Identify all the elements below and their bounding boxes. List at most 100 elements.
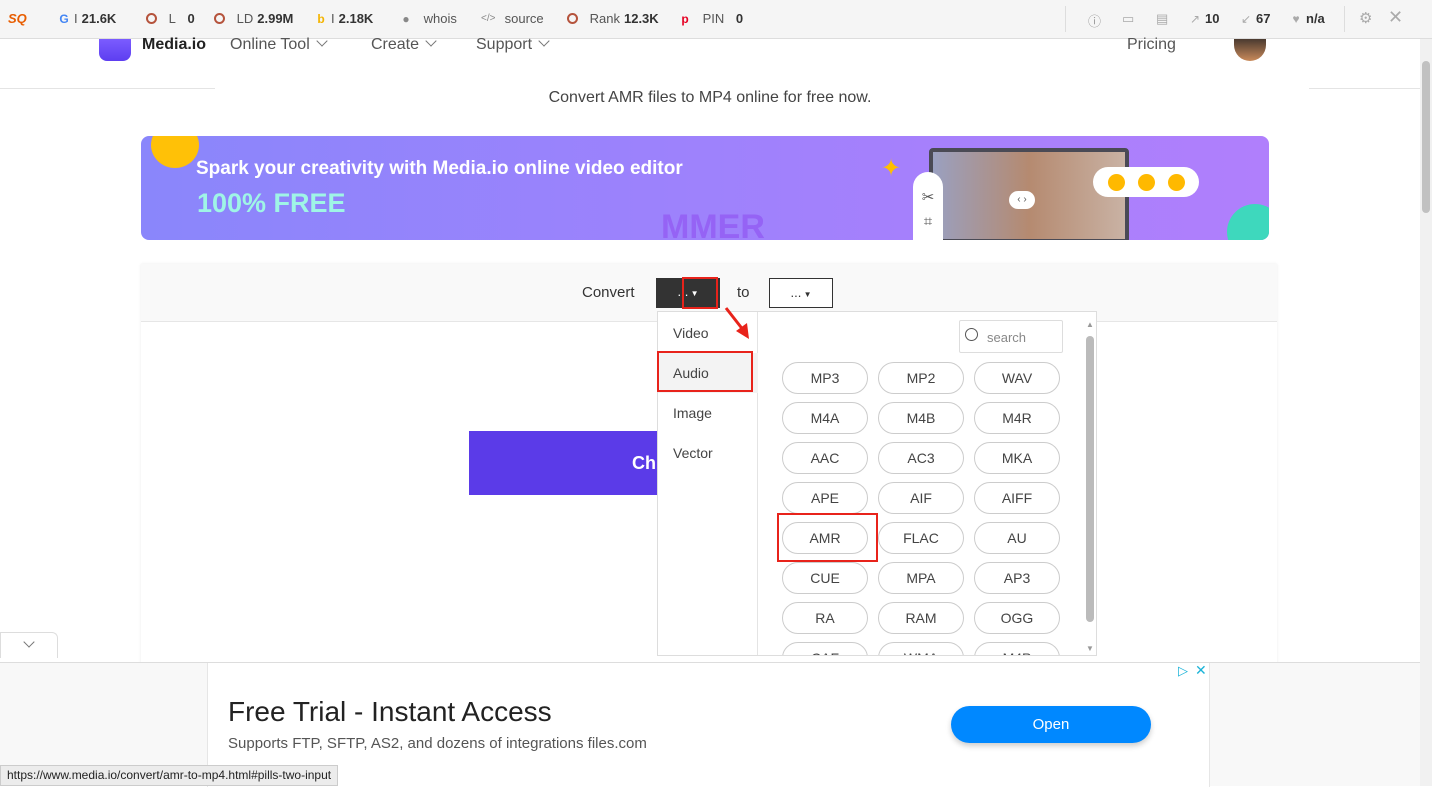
format-pill-flac[interactable]: FLAC <box>878 522 964 554</box>
chevron-down-icon <box>316 35 328 47</box>
emoji-icon <box>1137 173 1155 191</box>
toolbar-bing-index[interactable]: b I 2.18K <box>315 11 373 26</box>
edit-tools: ✂ ⌗ <box>913 172 943 240</box>
seoquake-toolbar: SQ G I 21.6K L 0 LD 2.99M b I 2.18K ● whois <… <box>0 0 1432 39</box>
user-icon: ● <box>402 11 410 26</box>
ad-close-icon[interactable]: ✕ <box>1195 662 1207 679</box>
page-scrollbar[interactable] <box>1420 39 1432 786</box>
scroll-down-icon[interactable]: ▼ <box>1086 644 1094 653</box>
format-pill-au[interactable]: AU <box>974 522 1060 554</box>
close-icon[interactable]: ✕ <box>1388 7 1403 28</box>
toolbar-rank[interactable]: Rank 12.3K <box>567 11 659 26</box>
format-pill-caf[interactable]: CAF <box>782 642 868 655</box>
format-pill-ap3[interactable]: AP3 <box>974 562 1060 594</box>
format-pill-mp2[interactable]: MP2 <box>878 362 964 394</box>
toolbar-pinterest[interactable]: p PIN 0 <box>679 11 743 26</box>
crop-icon: ⌗ <box>923 213 933 230</box>
promo-banner[interactable]: Spark your creativity with Media.io onli… <box>141 136 1269 240</box>
format-pill-mp3[interactable]: MP3 <box>782 362 868 394</box>
chevron-down-icon <box>425 35 437 47</box>
nav-support[interactable]: Support <box>476 35 550 54</box>
highlight-box <box>657 351 753 392</box>
google-icon: G <box>59 11 69 26</box>
toolbar-health[interactable]: ♥ n/a <box>1290 11 1324 26</box>
format-pill-ac3[interactable]: AC3 <box>878 442 964 474</box>
format-pill-ape[interactable]: APE <box>782 482 868 514</box>
format-pill-aac[interactable]: AAC <box>782 442 868 474</box>
toolbar-google-index[interactable]: G I 21.6K <box>58 11 116 26</box>
convert-label: Convert <box>582 284 635 301</box>
toolbar-internal-links[interactable]: ↙ 67 <box>1240 11 1271 26</box>
format-pill-m4r[interactable]: M4R <box>974 402 1060 434</box>
ad-description: Supports FTP, SFTP, AS2, and dozens of i… <box>228 735 647 752</box>
divider <box>1065 6 1066 32</box>
banner-headline: Spark your creativity with Media.io onli… <box>196 158 683 179</box>
external-link-icon: ↗ <box>1189 11 1201 26</box>
category-image[interactable]: Image <box>658 393 758 433</box>
emoji-icon <box>1107 173 1125 191</box>
monitor-icon[interactable]: ▭ <box>1122 11 1134 27</box>
format-pill-cue[interactable]: CUE <box>782 562 868 594</box>
mediaio-logo[interactable] <box>99 39 131 61</box>
format-pill-aiff[interactable]: AIFF <box>974 482 1060 514</box>
brand-name[interactable]: Media.io <box>142 36 206 54</box>
category-vector[interactable]: Vector <box>658 433 758 473</box>
adchoices-icon[interactable]: ▷ <box>1178 663 1188 679</box>
info-icon[interactable]: ⓘ <box>1088 11 1101 30</box>
status-bar-url: https://www.media.io/convert/amr-to-mp4.… <box>0 765 339 786</box>
ad-title[interactable]: Free Trial - Instant Access <box>228 696 552 728</box>
emoji-bar <box>1093 167 1199 197</box>
to-label: to <box>737 284 750 301</box>
nav-create[interactable]: Create <box>371 35 437 54</box>
link-icon <box>214 13 225 24</box>
format-pill-wma[interactable]: WMA <box>878 642 964 655</box>
format-pill-m4b[interactable]: M4B <box>878 402 964 434</box>
pinterest-icon: p <box>681 11 689 26</box>
format-search-input[interactable]: search <box>959 320 1063 353</box>
nav-online-tool[interactable]: Online Tool <box>230 35 328 54</box>
scrollbar-thumb[interactable] <box>1422 61 1430 213</box>
document-icon[interactable]: ▤ <box>1156 11 1168 27</box>
toolbar-linking-domains[interactable]: LD 2.99M <box>214 11 293 26</box>
chevron-down-icon <box>23 636 35 648</box>
heart-pulse-icon: ♥ <box>1292 11 1300 26</box>
toolbar-links[interactable]: L 0 <box>146 11 195 26</box>
toolbar-source[interactable]: </> source <box>481 11 544 26</box>
highlight-box <box>777 513 878 562</box>
toolbar-external-links[interactable]: ↗ 10 <box>1189 11 1220 26</box>
scissors-icon: ✂ <box>921 189 935 206</box>
format-pill-m4p[interactable]: M4P <box>974 642 1060 655</box>
code-icon: </> <box>481 12 496 24</box>
collapse-ad-button[interactable] <box>0 632 58 658</box>
emoji-icon <box>1167 173 1185 191</box>
avatar[interactable] <box>1234 39 1266 61</box>
nav-pricing[interactable]: Pricing <box>1127 36 1176 54</box>
dropdown-scrollbar[interactable] <box>1086 336 1094 622</box>
format-pill-wav[interactable]: WAV <box>974 362 1060 394</box>
bing-icon: b <box>317 11 325 26</box>
format-pill-ram[interactable]: RAM <box>878 602 964 634</box>
format-pill-aif[interactable]: AIF <box>878 482 964 514</box>
format-pill-ogg[interactable]: OGG <box>974 602 1060 634</box>
format-pill-mpa[interactable]: MPA <box>878 562 964 594</box>
page-subtitle: Convert AMR files to MP4 online for free… <box>548 89 872 106</box>
scroll-up-icon[interactable]: ▲ <box>1086 320 1094 329</box>
format-pill-m4a[interactable]: M4A <box>782 402 868 434</box>
choose-files-button[interactable]: Ch <box>469 431 669 495</box>
rank-icon <box>567 13 578 24</box>
ad-open-button[interactable]: Open <box>951 706 1151 743</box>
caret-down-icon: ▼ <box>801 290 812 299</box>
format-pill-ra[interactable]: RA <box>782 602 868 634</box>
seoquake-logo[interactable]: SQ <box>8 11 27 26</box>
banner-bg-text: MMER <box>661 208 765 240</box>
banner-free: 100% FREE <box>197 188 346 218</box>
smiley-icon <box>151 136 199 168</box>
gear-icon[interactable]: ⚙ <box>1359 9 1372 27</box>
ad-content[interactable]: Free Trial - Instant Access Supports FTP… <box>207 662 1210 787</box>
highlight-box <box>682 277 718 309</box>
to-format-select[interactable]: ... ▼ <box>769 278 833 308</box>
format-pill-mka[interactable]: MKA <box>974 442 1060 474</box>
link-icon <box>146 13 157 24</box>
toolbar-whois[interactable]: ● whois <box>400 11 457 26</box>
decor-circle <box>1227 204 1269 240</box>
